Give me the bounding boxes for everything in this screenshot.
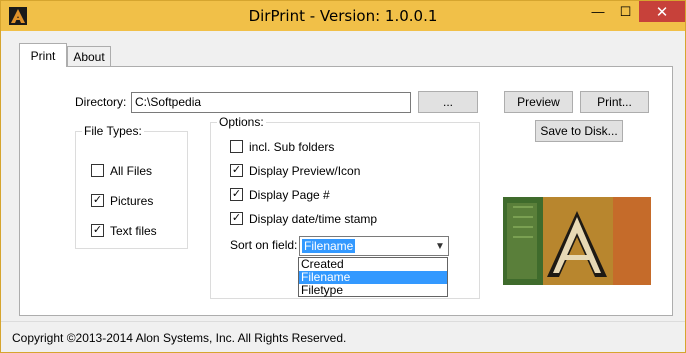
browse-button[interactable]: ... [418, 91, 478, 113]
chevron-down-icon[interactable]: ▼ [432, 237, 448, 255]
pictures-label: Pictures [110, 194, 154, 208]
options-legend: Options: [217, 115, 266, 129]
sort-field-value: Filename [302, 239, 356, 253]
text-files-label: Text files [110, 224, 157, 238]
sort-field-select[interactable]: Filename ▼ [299, 236, 449, 256]
page-number-checkbox[interactable]: ✓ [230, 188, 243, 201]
title-bar[interactable]: DirPrint - Version: 1.0.0.1 — ☐ ✕ [1, 1, 685, 31]
preview-button[interactable]: Preview [504, 91, 573, 113]
sub-folders-checkbox[interactable] [230, 140, 243, 153]
client-area: Print About Directory: C:\Softpedia ... … [8, 31, 679, 347]
text-files-checkbox[interactable]: ✓ [91, 224, 104, 237]
dropdown-option-filetype[interactable]: Filetype [299, 284, 447, 297]
date-stamp-label: Display date/time stamp [249, 212, 378, 226]
app-window: DirPrint - Version: 1.0.0.1 — ☐ ✕ Print … [0, 0, 686, 353]
window-title: DirPrint - Version: 1.0.0.1 [248, 7, 438, 25]
page-number-label: Display Page # [249, 188, 330, 202]
preview-image [503, 197, 651, 285]
tab-print[interactable]: Print [19, 43, 67, 67]
status-bar: Copyright ©2013-2014 Alon Systems, Inc. … [1, 321, 685, 352]
directory-label: Directory: [75, 95, 127, 109]
maximize-button[interactable]: ☐ [612, 1, 639, 22]
copyright-text: Copyright ©2013-2014 Alon Systems, Inc. … [12, 331, 347, 345]
file-types-legend: File Types: [82, 124, 144, 138]
date-stamp-checkbox[interactable]: ✓ [230, 212, 243, 225]
preview-icon-label: Display Preview/Icon [249, 164, 361, 178]
all-files-label: All Files [110, 164, 153, 178]
save-to-disk-button[interactable]: Save to Disk... [535, 120, 623, 142]
all-files-checkbox[interactable] [91, 164, 104, 177]
minimize-button[interactable]: — [584, 1, 612, 22]
print-button[interactable]: Print... [580, 91, 649, 113]
pictures-checkbox[interactable]: ✓ [91, 194, 104, 207]
close-button[interactable]: ✕ [639, 1, 685, 22]
sort-field-dropdown[interactable]: Created Filename Filetype [298, 257, 448, 297]
sub-folders-label: incl. Sub folders [249, 140, 335, 154]
directory-input[interactable]: C:\Softpedia [131, 92, 411, 113]
tab-about[interactable]: About [67, 46, 111, 67]
preview-icon-checkbox[interactable]: ✓ [230, 164, 243, 177]
sort-field-label: Sort on field: [230, 238, 298, 252]
